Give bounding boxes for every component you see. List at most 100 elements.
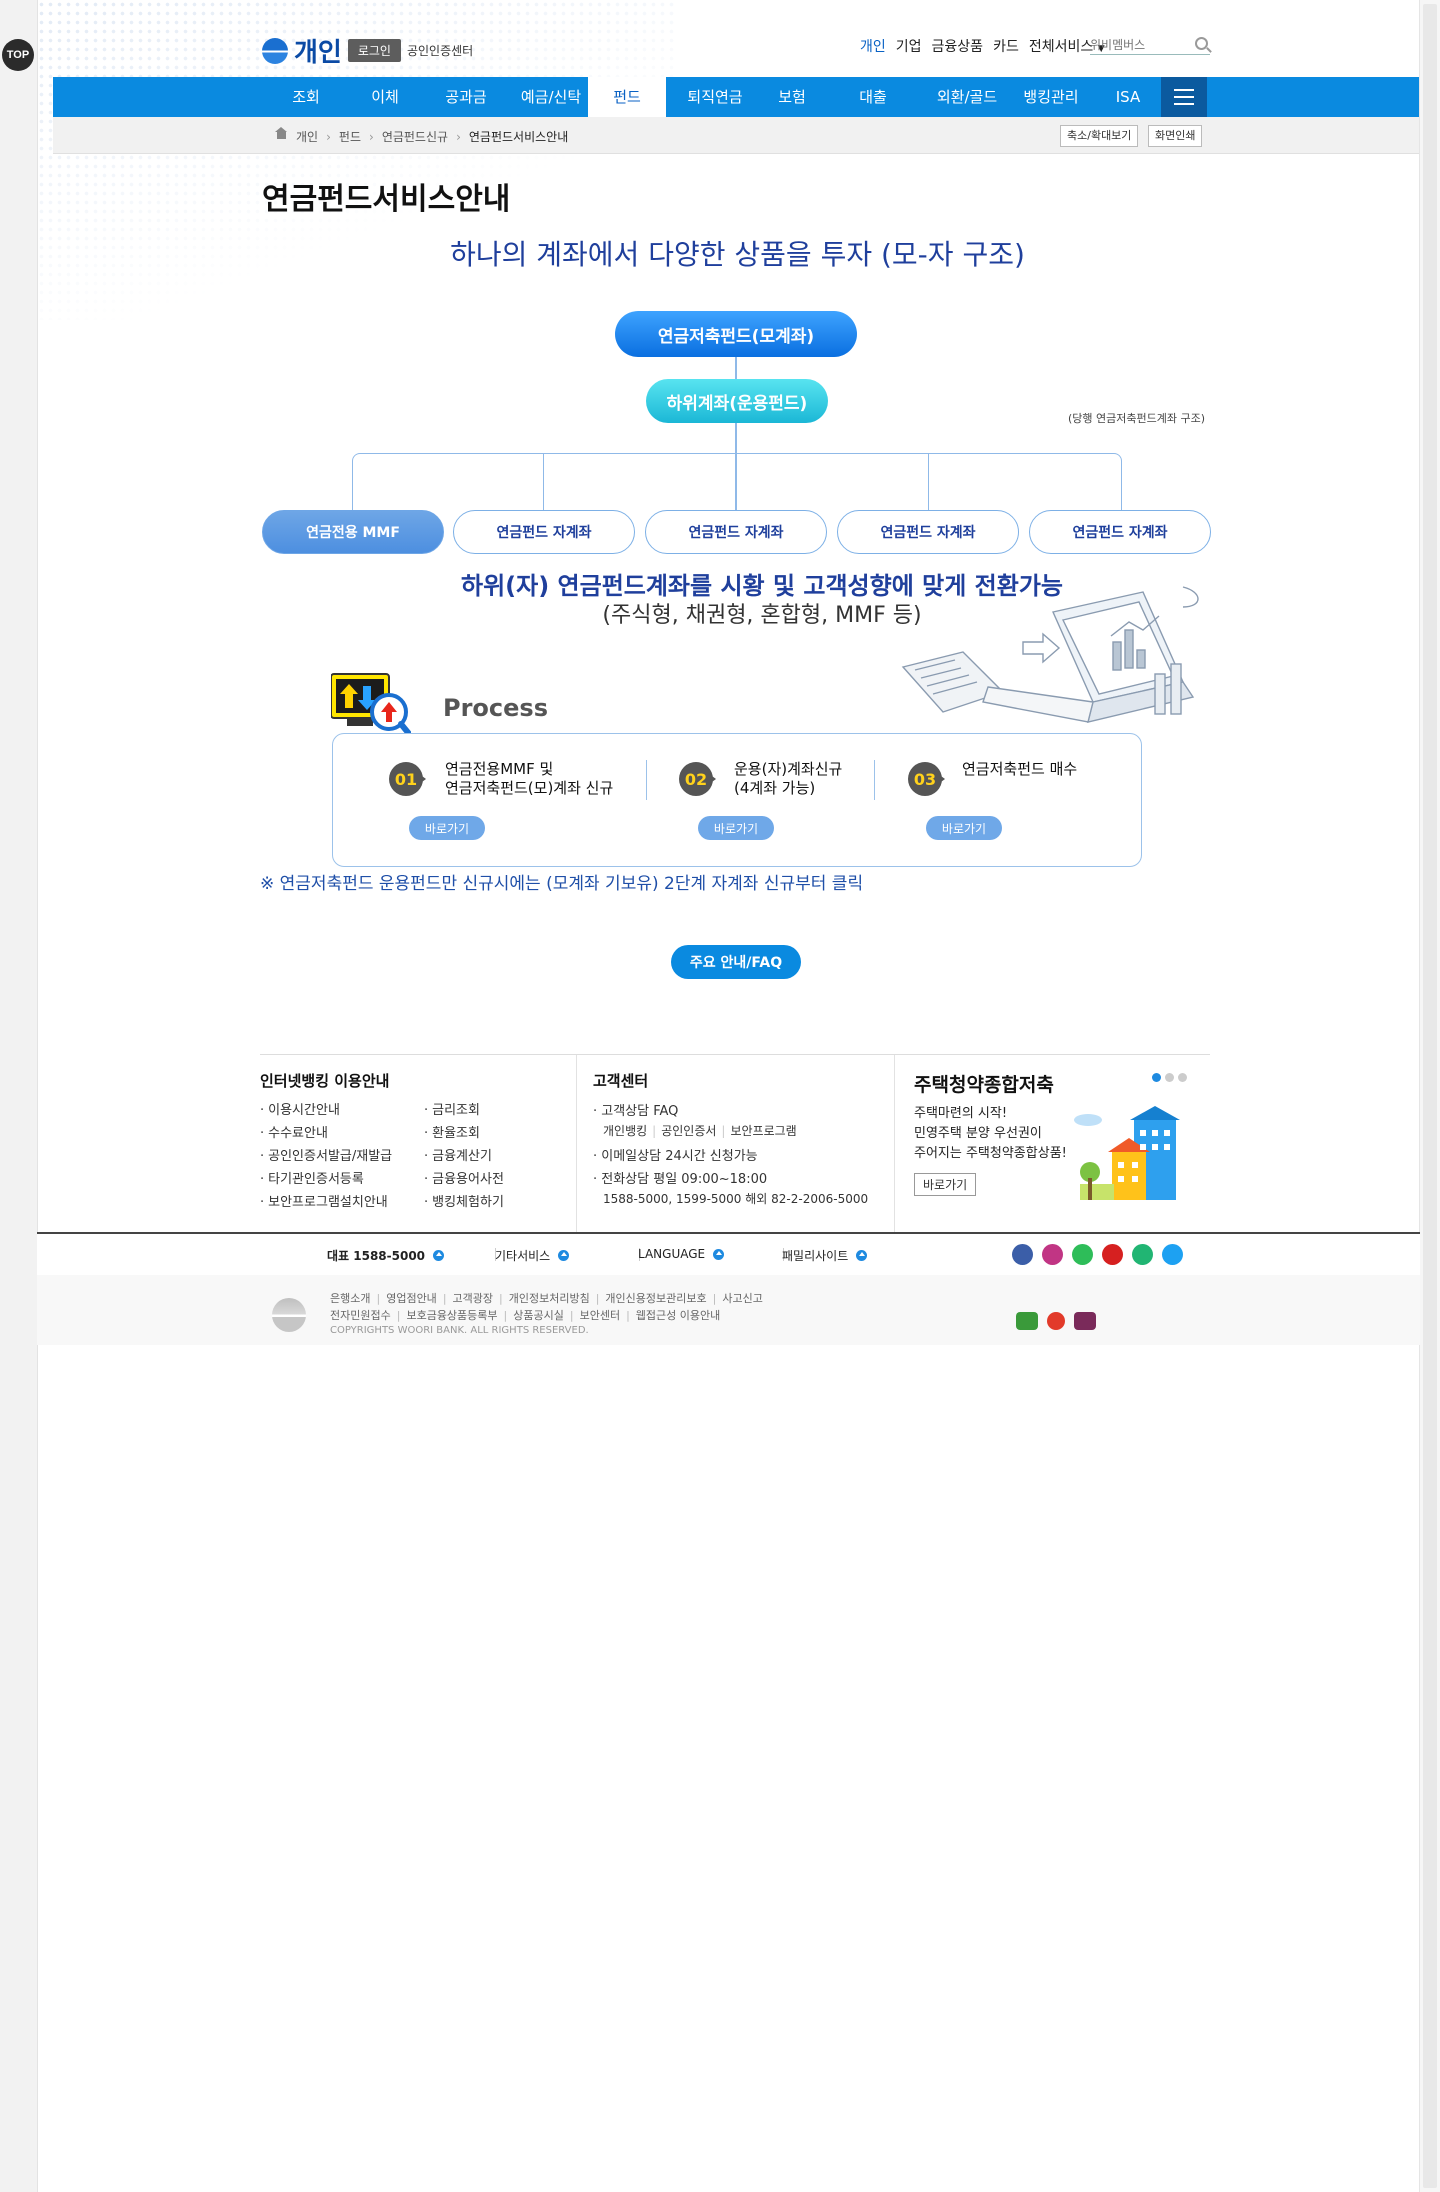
crumb-pension-new[interactable]: 연금펀드신규 [382,128,448,145]
footer-link[interactable]: 보호금융상품등록부 [406,1309,497,1322]
nav-item-forex-gold[interactable]: 외환/골드 [919,77,1015,117]
banking-link[interactable]: 금융용어사전 [424,1168,504,1191]
banking-link[interactable]: 수수료안내 [260,1122,392,1145]
cs-faq-personal[interactable]: 개인뱅킹 [603,1124,647,1138]
nav-item-deposit-trust[interactable]: 예금/신탁 [508,77,594,117]
nav-item-inquiry[interactable]: 조회 [271,77,341,117]
banking-link[interactable]: 공인인증서발급/재발급 [260,1145,392,1168]
zoom-button[interactable]: 축소/확대보기 [1060,125,1139,147]
scroll-thumb[interactable] [1423,4,1437,2188]
footer-link[interactable]: 고객광장 [453,1292,493,1305]
pager-dot[interactable] [1178,1073,1187,1082]
pager-dot[interactable] [1165,1073,1174,1082]
footer-link[interactable]: 개인신용정보관리보호 [605,1292,706,1305]
crumb-personal[interactable]: 개인 [296,128,318,145]
step2-go-button[interactable]: 바로가기 [698,816,774,840]
logo-text[interactable]: 개인 [294,32,342,69]
footer-other-services[interactable]: 기타서비스 [495,1247,570,1264]
footer-logo-icon [272,1298,306,1332]
twitter-icon[interactable] [1162,1244,1183,1265]
footer-link[interactable]: 전자민원접수 [330,1309,391,1322]
blog-icon[interactable] [1072,1244,1093,1265]
monitor-chart-icon [331,673,411,738]
promo-go-button[interactable]: 바로가기 [914,1173,977,1196]
breadcrumb: 개인 › 펀드 › 연금펀드신규 › 연금펀드서비스안내 [275,126,569,145]
apple-mark-icon[interactable] [1047,1312,1065,1330]
util-link-corporate[interactable]: 기업 [896,36,922,56]
child-account: 연금펀드 자계좌 [645,510,827,554]
instagram-icon[interactable] [1042,1244,1063,1265]
footer-link[interactable]: 보안센터 [580,1309,620,1322]
branch-connector [352,453,1122,514]
search-icon[interactable] [1195,37,1208,50]
util-link-card[interactable]: 카드 [993,36,1019,56]
footer-link[interactable]: 사고신고 [722,1292,762,1305]
cs-faq-link[interactable]: · 고객상담 FAQ [593,1100,868,1123]
banking-link[interactable]: 환율조회 [424,1122,504,1145]
home-icon[interactable] [275,126,288,142]
footer-link[interactable]: 웹접근성 이용안내 [636,1309,720,1322]
connector-line [543,453,544,510]
banking-link[interactable]: 이용시간안내 [260,1099,392,1122]
footer-family-sites[interactable]: 패밀리사이트 [782,1247,868,1264]
footer-link[interactable]: 개인정보처리방침 [509,1292,590,1305]
banking-link[interactable]: 타기관인증서등록 [260,1168,392,1191]
banking-link[interactable]: 뱅킹체험하기 [424,1191,504,1214]
nav-item-loan[interactable]: 대출 [835,77,911,117]
nav-item-utility-bills[interactable]: 공과금 [428,77,504,117]
structure-headline: 하나의 계좌에서 다양한 상품을 투자 (모-자 구조) [450,238,1025,271]
arrow-up-icon [856,1250,868,1261]
menu-icon[interactable] [1161,77,1207,117]
sub-account-pill: 하위계좌(운용펀드) [646,379,828,423]
cs-faq-cert[interactable]: 공인인증서 [661,1124,716,1138]
search-box [1090,34,1210,55]
arrow-up-icon [558,1250,570,1261]
left-rail [0,0,38,2192]
util-link-products[interactable]: 금융상품 [932,36,984,56]
cert-center-link[interactable]: 공인인증센터 [407,42,473,59]
footer-phone[interactable]: 대표 1588-5000 [327,1247,445,1264]
step3-go-button[interactable]: 바로가기 [926,816,1002,840]
nav-item-isa[interactable]: ISA [1093,77,1163,117]
banking-link[interactable]: 금융계산기 [424,1145,504,1168]
info-divider [576,1055,577,1233]
nav-item-fund[interactable]: 펀드 [588,77,666,117]
top-button[interactable]: TOP [2,39,34,71]
child-account: 연금펀드 자계좌 [837,510,1019,554]
nav-item-transfer[interactable]: 이체 [350,77,420,117]
bank-logo-icon[interactable] [262,37,288,64]
nav-item-insurance[interactable]: 보험 [757,77,827,117]
cs-faq-security[interactable]: 보안프로그램 [730,1124,796,1138]
step1-go-button[interactable]: 바로가기 [409,816,485,840]
nav-item-retirement[interactable]: 퇴직연금 [671,77,759,117]
step-divider [874,760,875,800]
footer-link[interactable]: 은행소개 [330,1292,370,1305]
print-button[interactable]: 화면인쇄 [1148,125,1203,147]
promo-title: 주택청약종합저축 [914,1074,1054,1096]
child-account-mmf: 연금전용 MMF [262,510,444,554]
login-button[interactable]: 로그인 [347,39,401,62]
footer-language[interactable]: LANGUAGE [638,1247,725,1261]
page-title: 연금펀드서비스안내 [262,182,511,217]
customer-center-title: 고객센터 [593,1072,649,1090]
footer-link[interactable]: 영업점안내 [386,1292,437,1305]
cert-mark-icon[interactable] [1074,1312,1096,1330]
banking-link[interactable]: 금리조회 [424,1099,504,1122]
main-navigation: 조회 이체 공과금 예금/신탁 펀드 퇴직연금 보험 대출 외환/골드 뱅킹관리… [53,77,1419,117]
footer-link[interactable]: 상품공시실 [513,1309,564,1322]
play-icon[interactable] [1132,1244,1153,1265]
pager-dot[interactable] [1152,1073,1161,1082]
facebook-icon[interactable] [1012,1244,1033,1265]
child-account: 연금펀드 자계좌 [1029,510,1211,554]
crumb-fund[interactable]: 펀드 [339,128,361,145]
scrollbar[interactable] [1419,0,1440,2192]
banking-link[interactable]: 보안프로그램설치안내 [260,1191,392,1214]
faq-button[interactable]: 주요 안내/FAQ [671,945,801,979]
search-input[interactable] [1090,38,1186,52]
web-accessibility-mark-icon[interactable] [1016,1312,1038,1330]
nav-item-banking-mgmt[interactable]: 뱅킹관리 [1005,77,1097,117]
youtube-icon[interactable] [1102,1244,1123,1265]
util-link-personal[interactable]: 개인 [860,36,886,56]
process-box: 01 연금전용MMF 및 연금저축펀드(모)계좌 신규 바로가기 02 운용(자… [332,733,1142,867]
crumb-current: 연금펀드서비스안내 [468,130,569,144]
